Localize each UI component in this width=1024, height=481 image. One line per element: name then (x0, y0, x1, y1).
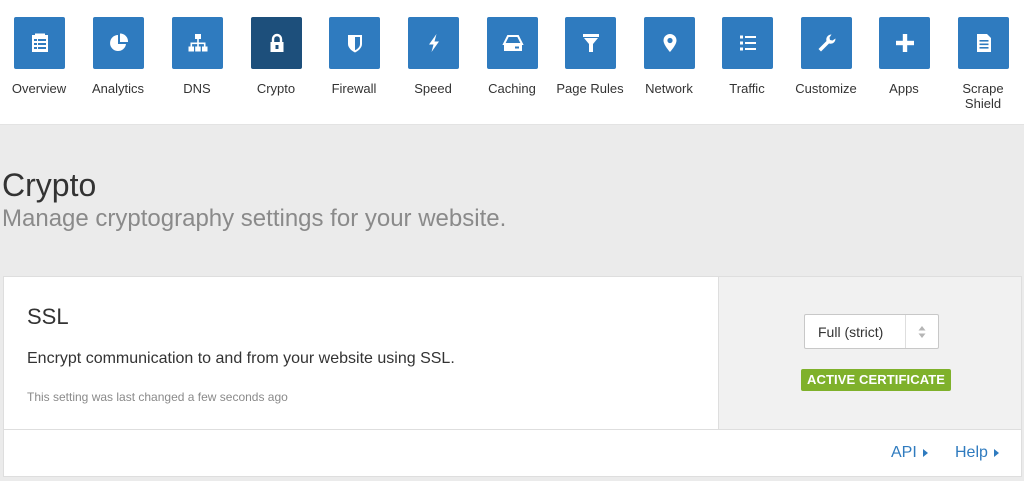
nav-label-crypto: Crypto (256, 81, 296, 96)
ssl-card-title: SSL (27, 304, 69, 329)
nav-item-crypto[interactable]: Crypto (237, 0, 315, 125)
lock-icon (251, 17, 302, 69)
nav-item-customize[interactable]: Customize (787, 0, 865, 125)
nav-item-page-rules[interactable]: Page Rules (551, 0, 629, 125)
ssl-card-footer: API Help (4, 429, 1021, 476)
filter-icon (565, 17, 616, 69)
nav-label-speed: Speed (414, 81, 452, 96)
ssl-card-control-panel: Full (strict) ACTIVE CERTIFICATE (718, 277, 1021, 429)
ssl-card-last-changed: This setting was last changed a few seco… (27, 390, 288, 404)
location-pin-icon (644, 17, 695, 69)
list-icon (722, 17, 773, 69)
lightning-icon (408, 17, 459, 69)
help-link-label: Help (955, 444, 988, 461)
hard-drive-icon (487, 17, 538, 69)
nav-label-network: Network (645, 81, 693, 96)
nav-label-dns: DNS (183, 81, 211, 96)
nav-label-caching: Caching (488, 81, 536, 96)
nav-item-speed[interactable]: Speed (394, 0, 472, 125)
nav-item-firewall[interactable]: Firewall (315, 0, 393, 125)
ssl-card-body: SSL Encrypt communication to and from yo… (4, 277, 718, 429)
nav-label-overview: Overview (11, 81, 67, 96)
updown-arrows-icon (905, 315, 938, 348)
page-title: Crypto (2, 167, 97, 203)
network-tree-icon (172, 17, 223, 69)
overview-icon (14, 17, 65, 69)
api-link-label: API (891, 444, 917, 461)
nav-item-traffic[interactable]: Traffic (708, 0, 786, 125)
status-badge: ACTIVE CERTIFICATE (801, 369, 952, 391)
nav-label-scrape-shield-line-2: Shield (964, 96, 1002, 111)
nav-item-overview[interactable]: Overview (0, 0, 78, 125)
shield-icon (329, 17, 380, 69)
nav-label-scrape-shield: Scrape Shield (938, 81, 1024, 111)
caret-right-icon (922, 449, 928, 457)
pie-chart-icon (93, 17, 144, 69)
ssl-mode-select[interactable]: Full (strict) (804, 314, 939, 349)
nav-label-scrape-shield-line-1: Scrape (962, 81, 1004, 96)
top-navigation: Overview Analytics DNS Crypto Firewall S… (0, 0, 1024, 125)
help-link[interactable]: Help (955, 443, 999, 463)
nav-label-page-rules: Page Rules (556, 81, 624, 96)
nav-label-analytics: Analytics (91, 81, 145, 96)
nav-item-apps[interactable]: Apps (865, 0, 943, 125)
nav-item-caching[interactable]: Caching (473, 0, 551, 125)
nav-item-dns[interactable]: DNS (158, 0, 236, 125)
nav-label-firewall: Firewall (331, 81, 377, 96)
ssl-card: SSL Encrypt communication to and from yo… (3, 276, 1022, 477)
api-link[interactable]: API (891, 443, 928, 463)
page-subtitle: Manage cryptography settings for your we… (2, 205, 507, 232)
nav-item-scrape-shield[interactable]: Scrape Shield (944, 0, 1022, 125)
nav-item-network[interactable]: Network (630, 0, 708, 125)
nav-label-customize: Customize (795, 81, 857, 96)
nav-item-analytics[interactable]: Analytics (79, 0, 157, 125)
ssl-mode-select-value: Full (strict) (818, 324, 884, 340)
wrench-icon (801, 17, 852, 69)
nav-label-apps: Apps (889, 81, 919, 96)
caret-right-icon (993, 449, 999, 457)
ssl-card-description: Encrypt communication to and from your w… (27, 350, 455, 367)
nav-label-traffic: Traffic (729, 81, 765, 96)
plus-icon (879, 17, 930, 69)
document-icon (958, 17, 1009, 69)
